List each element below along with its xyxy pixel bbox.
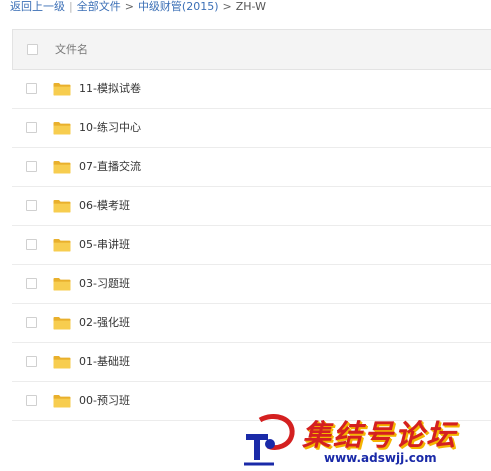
folder-icon [53,199,71,213]
watermark-title: 集结号论坛 [302,418,458,452]
file-list: 文件名 11-模拟试卷 10-练习中心 07-直播交流 06-模考班 05-串讲班 03-… [12,29,491,421]
back-link[interactable]: 返回上一级 [10,0,65,13]
select-all-checkbox[interactable] [27,44,38,55]
file-row[interactable]: 03-习题班 [12,265,491,304]
folder-icon [53,121,71,135]
file-list-header: 文件名 [12,29,491,70]
watermark-url: www.adswjj.com [324,451,437,465]
row-checkbox[interactable] [26,395,37,406]
folder-icon [53,394,71,408]
folder-icon [53,316,71,330]
row-checkbox[interactable] [26,317,37,328]
file-row[interactable]: 01-基础班 [12,343,491,382]
folder-name-link[interactable]: 05-串讲班 [79,226,130,264]
row-checkbox[interactable] [26,200,37,211]
breadcrumb-separator: > [222,0,232,13]
folder-name-link[interactable]: 01-基础班 [79,343,130,381]
folder-icon [53,277,71,291]
folder-icon [53,238,71,252]
watermark-logo-icon [244,414,295,466]
file-row[interactable]: 05-串讲班 [12,226,491,265]
folder-name-link[interactable]: 00-预习班 [79,382,130,420]
file-row[interactable]: 10-练习中心 [12,109,491,148]
watermark: 集结号论坛 www.adswjj.com [240,412,490,470]
file-row[interactable]: 06-模考班 [12,187,491,226]
breadcrumb: 返回上一级 | 全部文件 > 中级财管(2015) > ZH-W [10,0,266,14]
folder-icon [53,82,71,96]
file-row[interactable]: 07-直播交流 [12,148,491,187]
parent-folder-link[interactable]: 中级财管(2015) [138,0,219,13]
row-checkbox[interactable] [26,83,37,94]
file-row[interactable]: 11-模拟试卷 [12,70,491,109]
current-folder-label: ZH-W [235,0,266,13]
folder-name-link[interactable]: 02-强化班 [79,304,130,342]
all-files-link[interactable]: 全部文件 [77,0,121,13]
folder-icon [53,160,71,174]
folder-name-link[interactable]: 03-习题班 [79,265,130,303]
file-row[interactable]: 02-强化班 [12,304,491,343]
row-checkbox[interactable] [26,356,37,367]
breadcrumb-divider: | [69,0,73,13]
row-checkbox[interactable] [26,239,37,250]
row-checkbox[interactable] [26,122,37,133]
folder-name-link[interactable]: 07-直播交流 [79,148,141,186]
folder-name-link[interactable]: 06-模考班 [79,187,130,225]
row-checkbox[interactable] [26,161,37,172]
breadcrumb-separator: > [124,0,134,13]
folder-name-link[interactable]: 11-模拟试卷 [79,70,141,108]
folder-name-link[interactable]: 10-练习中心 [79,109,141,147]
column-header-filename[interactable]: 文件名 [55,30,88,70]
folder-icon [53,355,71,369]
row-checkbox[interactable] [26,278,37,289]
